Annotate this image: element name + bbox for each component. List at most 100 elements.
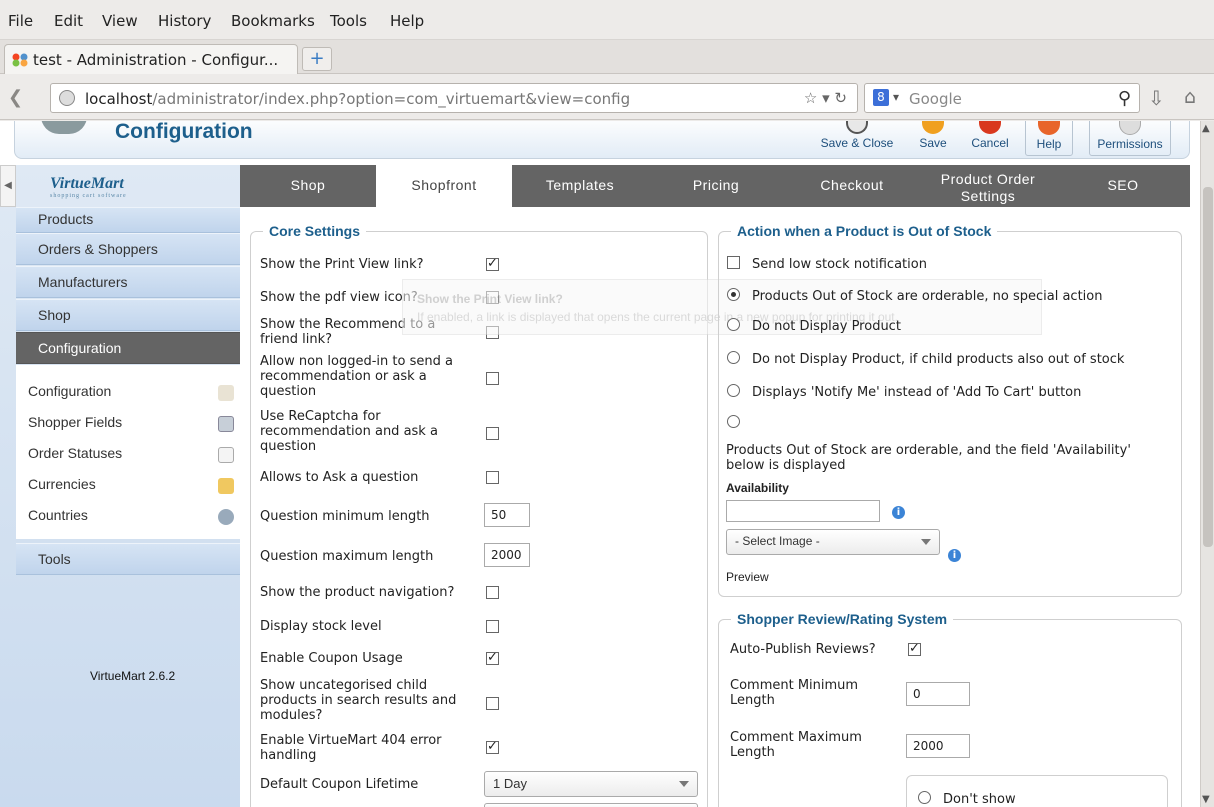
comment-min-input[interactable]: 0 — [906, 682, 970, 706]
new-tab-button[interactable]: + — [302, 47, 332, 71]
sidebar-collapse-icon[interactable]: ◀ — [0, 165, 16, 207]
search-bar[interactable]: 8 ▾ Google ⚲ — [864, 83, 1140, 113]
virtuemart-sidebar: ◀ VirtueMart shopping cart software Produ… — [0, 165, 240, 807]
menu-tools[interactable]: Tools — [330, 12, 367, 30]
question-min-input[interactable]: 50 — [484, 503, 530, 527]
recaptcha-checkbox[interactable] — [486, 427, 499, 440]
comment-max-input[interactable]: 2000 — [906, 734, 970, 758]
tools-icon — [218, 385, 234, 401]
recaptcha-label: Use ReCaptcha for recommendation and ask… — [260, 409, 438, 454]
sidebar-item-tools[interactable]: Tools — [16, 543, 240, 575]
oos-option-hide-children-radio[interactable] — [727, 351, 740, 364]
info-icon[interactable]: i — [948, 549, 961, 562]
configuration-submenu: Configuration Shopper Fields Order Statu… — [16, 365, 240, 539]
info-icon[interactable]: i — [892, 506, 905, 519]
submenu-configuration[interactable]: Configuration — [28, 383, 234, 407]
permissions-button[interactable]: Permissions — [1089, 121, 1171, 156]
menu-view[interactable]: View — [102, 12, 138, 30]
cancel-button[interactable]: Cancel — [965, 121, 1015, 156]
submenu-countries[interactable]: Countries — [28, 507, 234, 531]
tab-product-order-settings[interactable]: Product Order Settings — [920, 165, 1056, 207]
config-tabs: Shop Shopfront Templates Pricing Checkou… — [240, 165, 1190, 207]
search-magnifier-icon[interactable]: ⚲ — [1118, 88, 1131, 109]
menu-bookmarks[interactable]: Bookmarks — [231, 12, 315, 30]
tab-shop[interactable]: Shop — [240, 165, 376, 207]
search-engine-icon[interactable]: 8 — [873, 89, 889, 106]
search-input[interactable]: Google — [909, 90, 962, 108]
scrollbar-thumb[interactable] — [1203, 187, 1213, 547]
page-title: Configuration — [115, 121, 253, 143]
tab-shopfront[interactable]: Shopfront — [376, 165, 512, 207]
availability-label: Availability — [726, 481, 789, 495]
oos-option-orderable-label: Products Out of Stock are orderable, no … — [752, 289, 1103, 304]
tab-templates[interactable]: Templates — [512, 165, 648, 207]
submenu-shopper-fields[interactable]: Shopper Fields — [28, 414, 234, 438]
sidebar-item-manufacturers[interactable]: Manufacturers — [16, 266, 240, 298]
save-button[interactable]: Save — [913, 121, 953, 156]
reload-icon[interactable]: ↻ — [834, 89, 847, 107]
home-icon[interactable]: ⌂ — [1184, 86, 1196, 108]
download-icon[interactable]: ⇩ — [1148, 86, 1165, 110]
oos-option-availability-radio[interactable] — [727, 415, 740, 428]
back-arrow-icon[interactable]: ❮ — [8, 87, 23, 108]
product-navigation-label: Show the product navigation? — [260, 585, 455, 600]
stock-level-checkbox[interactable] — [486, 620, 499, 633]
question-max-input[interactable]: 2000 — [484, 543, 530, 567]
tab-pricing[interactable]: Pricing — [648, 165, 784, 207]
save-close-button[interactable]: Save & Close — [811, 121, 903, 156]
bookmark-star-icon[interactable]: ☆ — [804, 89, 817, 107]
dropdown-arrow-icon[interactable]: ▾ — [822, 89, 830, 107]
browser-tab-bar: test - Administration - Configur... + — [0, 40, 1214, 74]
low-stock-checkbox[interactable] — [727, 256, 740, 269]
scroll-up-icon[interactable]: ▲ — [1202, 123, 1210, 134]
non-logged-recommend-checkbox[interactable] — [486, 372, 499, 385]
sidebar-item-orders-shoppers[interactable]: Orders & Shoppers — [16, 233, 240, 265]
engine-dropdown-icon[interactable]: ▾ — [893, 90, 899, 104]
scroll-down-icon[interactable]: ▼ — [1202, 794, 1210, 805]
coupon-lifetime-select[interactable]: 1 Day — [484, 771, 698, 797]
availability-input[interactable] — [726, 500, 880, 522]
sidebar-item-products[interactable]: Products — [16, 207, 240, 233]
oos-option-hide-children-label: Do not Display Product, if child product… — [752, 352, 1125, 367]
dont-show-radio[interactable] — [918, 791, 931, 804]
oos-option-notify-radio[interactable] — [727, 384, 740, 397]
version-label: VirtueMart 2.6.2 — [90, 669, 176, 683]
oos-option-hide-radio[interactable] — [727, 318, 740, 331]
globe-icon — [218, 509, 234, 525]
tab-seo[interactable]: SEO — [1056, 165, 1190, 207]
submenu-currencies[interactable]: Currencies — [28, 476, 234, 500]
menu-history[interactable]: History — [158, 12, 211, 30]
browser-tab[interactable]: test - Administration - Configur... — [4, 44, 298, 74]
coupon-usage-label: Enable Coupon Usage — [260, 651, 403, 666]
shopper-fields-icon — [218, 416, 234, 432]
tab-checkout[interactable]: Checkout — [784, 165, 920, 207]
url-bar[interactable]: localhost/administrator/index.php?option… — [50, 83, 858, 113]
print-view-checkbox[interactable] — [486, 256, 499, 271]
document-icon — [218, 447, 234, 463]
core-settings-legend: Core Settings — [263, 223, 367, 239]
ask-question-checkbox[interactable] — [486, 471, 499, 484]
submenu-order-statuses[interactable]: Order Statuses — [28, 445, 234, 469]
menu-edit[interactable]: Edit — [54, 12, 83, 30]
select-image-dropdown[interactable]: - Select Image - — [726, 529, 940, 555]
admin-toolbar: Configuration Save & Close Save Cancel H… — [14, 121, 1190, 159]
page-scrollbar[interactable]: ▲ ▼ — [1200, 121, 1214, 807]
error-404-checkbox[interactable] — [486, 739, 499, 754]
oos-option-hide-label: Do not Display Product — [752, 319, 901, 334]
preview-label: Preview — [726, 570, 769, 584]
coupon-usage-checkbox[interactable] — [486, 650, 499, 665]
next-select-partial[interactable] — [484, 803, 698, 807]
sidebar-item-configuration[interactable]: Configuration — [16, 332, 240, 364]
uncategorised-children-checkbox[interactable] — [486, 697, 499, 710]
help-button[interactable]: Help — [1025, 121, 1073, 156]
url-bar-buttons: ☆ ▾ ↻ — [804, 89, 847, 107]
oos-option-notify-label: Displays 'Notify Me' instead of 'Add To … — [752, 385, 1082, 400]
auto-publish-checkbox[interactable] — [908, 641, 921, 656]
oos-option-orderable-radio[interactable] — [727, 288, 740, 301]
product-navigation-checkbox[interactable] — [486, 586, 499, 599]
menu-file[interactable]: File — [8, 12, 33, 30]
site-identity-icon[interactable] — [59, 90, 75, 106]
menu-help[interactable]: Help — [390, 12, 424, 30]
coupon-lifetime-label: Default Coupon Lifetime — [260, 777, 419, 792]
sidebar-item-shop[interactable]: Shop — [16, 299, 240, 331]
